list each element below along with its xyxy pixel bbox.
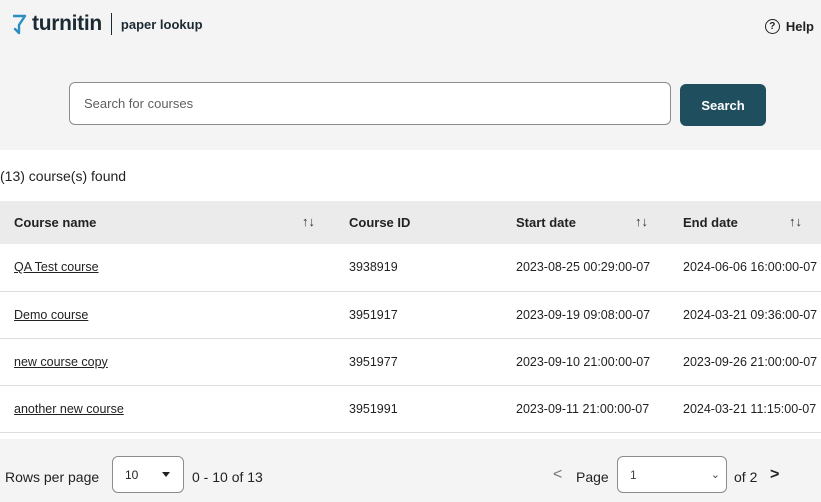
column-header-end-date[interactable]: End date ↑↓: [669, 201, 821, 244]
end-date-cell: 2024-06-06 16:00:00-07: [683, 260, 818, 275]
course-id-cell: 3938919: [349, 260, 398, 275]
help-label: Help: [785, 19, 814, 34]
total-pages: of 2: [734, 469, 758, 485]
chevron-down-icon: ⌄: [710, 469, 720, 481]
turnitin-logo[interactable]: turnitin paper lookup: [10, 12, 203, 36]
course-id-cell: 3951977: [349, 354, 398, 369]
end-date-cell: 2023-09-26 21:00:00-07: [683, 354, 818, 369]
question-circle-icon: ?: [764, 19, 780, 34]
rows-per-page-label: Rows per page: [5, 469, 100, 485]
search-button[interactable]: Search: [680, 84, 766, 126]
course-link[interactable]: Demo course: [14, 308, 88, 322]
rows-per-page-select[interactable]: 10: [112, 456, 184, 493]
column-header-course-id: Course ID: [349, 215, 411, 230]
course-link[interactable]: new course copy: [14, 355, 108, 369]
product-name: paper lookup: [120, 16, 203, 32]
next-page-button[interactable]: >: [770, 466, 779, 484]
turnitin-logo-icon: [13, 14, 27, 35]
results-count: (13) course(s) found: [0, 168, 127, 184]
course-link[interactable]: QA Test course: [14, 260, 99, 274]
previous-page-button[interactable]: <: [553, 466, 562, 484]
page-select-value: 1: [630, 467, 637, 482]
table-row: QA Test course 3938919 2023-08-25 00:29:…: [0, 244, 821, 291]
start-date-cell: 2023-09-10 21:00:00-07: [516, 354, 651, 369]
table-row: Demo course 3951917 2023-09-19 09:08:00-…: [0, 291, 821, 338]
course-id-cell: 3951917: [349, 307, 398, 322]
pagination-bar: Rows per page 10 0 - 10 of 13 < Page 1 ⌄…: [0, 439, 821, 502]
help-link[interactable]: ? Help: [764, 19, 814, 34]
sort-icon[interactable]: ↑↓: [302, 214, 315, 229]
start-date-cell: 2023-09-19 09:08:00-07: [516, 307, 651, 322]
course-id-cell: 3951991: [349, 401, 398, 416]
brand-name: turnitin: [32, 12, 102, 35]
page-label: Page: [576, 469, 609, 485]
pagination-range: 0 - 10 of 13: [192, 469, 263, 485]
caret-down-icon: [162, 472, 170, 477]
table-row: new course copy 3951977 2023-09-10 21:00…: [0, 338, 821, 385]
sort-icon[interactable]: ↑↓: [635, 214, 648, 229]
start-date-cell: 2023-09-11 21:00:00-07: [516, 401, 650, 416]
course-link[interactable]: another new course: [14, 402, 124, 416]
course-search-input[interactable]: [69, 82, 671, 125]
page-header: turnitin paper lookup ? Help Search: [0, 0, 821, 150]
start-date-cell: 2023-08-25 00:29:00-07: [516, 260, 651, 275]
sort-icon[interactable]: ↑↓: [789, 214, 802, 229]
table-header-row: Course name ↑↓ Course ID Start date ↑↓ E…: [0, 201, 821, 244]
end-date-cell: 2024-03-21 11:15:00-07: [683, 401, 817, 416]
rows-per-page-value: 10: [125, 467, 139, 482]
page-select[interactable]: 1 ⌄: [617, 456, 727, 493]
column-header-course-name[interactable]: Course name ↑↓: [0, 201, 335, 244]
courses-table: Course name ↑↓ Course ID Start date ↑↓ E…: [0, 201, 821, 433]
brand-divider: [110, 13, 112, 35]
column-header-start-date[interactable]: Start date ↑↓: [502, 201, 669, 244]
table-row: another new course 3951991 2023-09-11 21…: [0, 385, 821, 432]
end-date-cell: 2024-03-21 09:36:00-07: [683, 307, 818, 322]
